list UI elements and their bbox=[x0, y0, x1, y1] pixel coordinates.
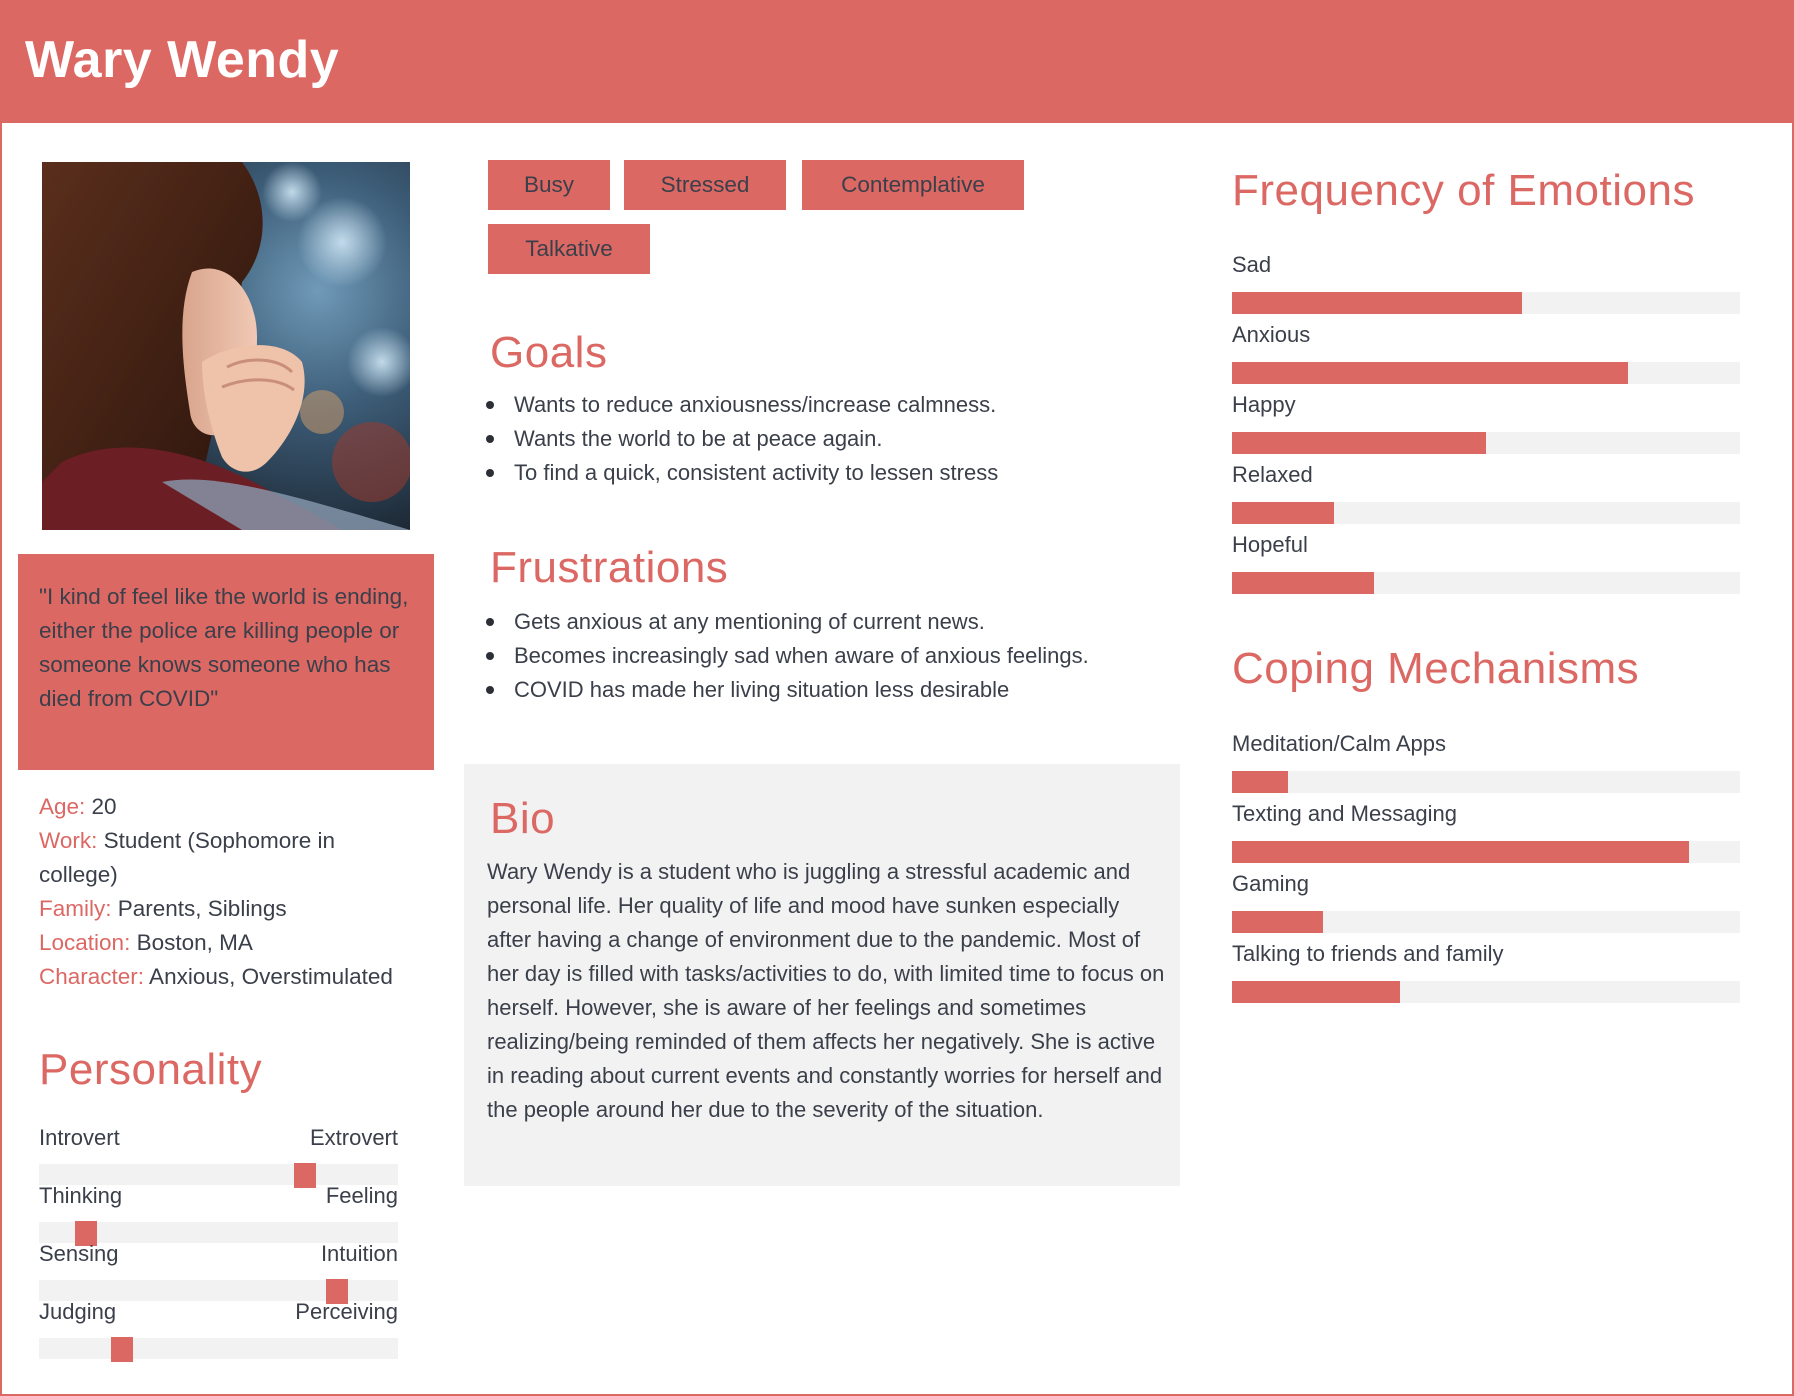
bar-track bbox=[1232, 502, 1740, 524]
goals-title: Goals bbox=[490, 328, 608, 377]
bar-label: Talking to friends and family bbox=[1232, 941, 1504, 966]
trait-track bbox=[39, 1163, 398, 1188]
personality-title: Personality bbox=[39, 1045, 263, 1094]
bar-track bbox=[1232, 362, 1740, 384]
bar-fill bbox=[1232, 572, 1375, 594]
bar-label: Relaxed bbox=[1232, 462, 1313, 487]
trait-left-label: Introvert bbox=[39, 1125, 120, 1150]
trait-left-label: Judging bbox=[39, 1299, 117, 1324]
trait-track bbox=[39, 1221, 398, 1246]
persona-name: Wary Wendy bbox=[25, 31, 340, 89]
frustrations-list: Gets anxious at any mentioning of curren… bbox=[486, 605, 1126, 707]
coping-title: Coping Mechanisms bbox=[1232, 644, 1640, 693]
bio-title: Bio bbox=[490, 794, 556, 843]
emotion-bar-sad: Sad bbox=[1232, 252, 1740, 314]
trait-right-label: Intuition bbox=[320, 1241, 398, 1266]
bar-fill bbox=[1232, 292, 1522, 314]
coping-bar-meditation: Meditation/Calm Apps bbox=[1232, 731, 1740, 793]
bar-track bbox=[1232, 432, 1740, 454]
personality-trait-thinking-feeling: Thinking Feeling bbox=[39, 1183, 398, 1246]
bar-label: Sad bbox=[1232, 252, 1272, 277]
bar-fill bbox=[1232, 981, 1400, 1003]
bar-fill bbox=[1232, 432, 1486, 454]
bar-fill bbox=[1232, 502, 1334, 524]
goal-item: To find a quick, consistent activity to … bbox=[486, 456, 1126, 490]
fact-label: Location: bbox=[39, 930, 131, 955]
emotion-bar-relaxed: Relaxed bbox=[1232, 462, 1740, 524]
tag-contemplative: Contemplative bbox=[802, 160, 1024, 210]
fact-location: Location: Boston, MA bbox=[39, 926, 419, 960]
emotions-title: Frequency of Emotions bbox=[1232, 166, 1695, 215]
bio-text: Wary Wendy is a student who is juggling … bbox=[487, 859, 1165, 1122]
bar-label: Texting and Messaging bbox=[1232, 801, 1458, 826]
personality-trait-sensing-intuition: Sensing Intuition bbox=[39, 1241, 398, 1304]
personality-trait-introvert-extrovert: Introvert Extrovert bbox=[39, 1125, 398, 1188]
frustration-item: Gets anxious at any mentioning of curren… bbox=[486, 605, 1126, 639]
bar-track bbox=[1232, 911, 1740, 933]
fact-label: Work: bbox=[39, 828, 98, 853]
bar-track bbox=[1232, 771, 1740, 793]
emotion-bar-happy: Happy bbox=[1232, 392, 1740, 454]
persona-facts: Age: 20 Work: Student (Sophomore in coll… bbox=[39, 790, 419, 994]
frustration-item: COVID has made her living situation less… bbox=[486, 673, 1126, 707]
bar-track bbox=[1232, 981, 1740, 1003]
fact-work: Work: Student (Sophomore in college) bbox=[39, 824, 419, 892]
coping-bar-talking: Talking to friends and family bbox=[1232, 941, 1740, 1003]
fact-value: Boston, MA bbox=[130, 930, 253, 955]
fact-label: Family: bbox=[39, 896, 112, 921]
goals-list: Wants to reduce anxiousness/increase cal… bbox=[486, 388, 1126, 490]
trait-right-label: Feeling bbox=[325, 1183, 398, 1208]
bar-fill bbox=[1232, 911, 1324, 933]
coping-bar-gaming: Gaming bbox=[1232, 871, 1740, 933]
trait-track bbox=[39, 1337, 398, 1362]
bio-panel: Bio Wary Wendy is a student who is juggl… bbox=[464, 764, 1180, 1186]
tag-busy: Busy bbox=[488, 160, 610, 210]
goal-item: Wants the world to be at peace again. bbox=[486, 422, 1126, 456]
fact-value: Parents, Siblings bbox=[111, 896, 287, 921]
fact-label: Character: bbox=[39, 964, 145, 989]
goal-item: Wants to reduce anxiousness/increase cal… bbox=[486, 388, 1126, 422]
bar-label: Meditation/Calm Apps bbox=[1232, 731, 1446, 756]
persona-quote: "I kind of feel like the world is ending… bbox=[39, 584, 409, 711]
persona-quote-box: "I kind of feel like the world is ending… bbox=[18, 554, 434, 770]
bar-track bbox=[1232, 572, 1740, 594]
bar-fill bbox=[1232, 771, 1288, 793]
persona-photo-image bbox=[42, 162, 410, 530]
trait-marker bbox=[110, 1337, 133, 1362]
personality-trait-judging-perceiving: Judging Perceiving bbox=[39, 1299, 398, 1362]
trait-left-label: Sensing bbox=[39, 1241, 119, 1266]
header-bar: Wary Wendy bbox=[0, 0, 1794, 123]
bar-track bbox=[1232, 292, 1740, 314]
bar-fill bbox=[1232, 841, 1690, 863]
fact-label: Age: bbox=[39, 794, 86, 819]
trait-track bbox=[39, 1279, 398, 1304]
trait-right-label: Extrovert bbox=[309, 1125, 398, 1150]
fact-family: Family: Parents, Siblings bbox=[39, 892, 419, 926]
trait-left-label: Thinking bbox=[39, 1183, 123, 1208]
bar-label: Anxious bbox=[1232, 322, 1311, 347]
emotion-bar-hopeful: Hopeful bbox=[1232, 532, 1740, 594]
bar-track bbox=[1232, 841, 1740, 863]
coping-bar-texting: Texting and Messaging bbox=[1232, 801, 1740, 863]
fact-age: Age: 20 bbox=[39, 790, 419, 824]
bar-fill bbox=[1232, 362, 1629, 384]
tag-stressed: Stressed bbox=[624, 160, 786, 210]
persona-photo bbox=[42, 162, 410, 530]
fact-value: 20 bbox=[85, 794, 117, 819]
emotion-bar-anxious: Anxious bbox=[1232, 322, 1740, 384]
bar-label: Gaming bbox=[1232, 871, 1310, 896]
frustrations-title: Frustrations bbox=[490, 543, 729, 592]
bar-label: Happy bbox=[1232, 392, 1296, 417]
trait-right-label: Perceiving bbox=[295, 1299, 398, 1324]
fact-character: Character: Anxious, Overstimulated bbox=[39, 960, 419, 994]
fact-value: Anxious, Overstimulated bbox=[144, 964, 393, 989]
frustration-item: Becomes increasingly sad when aware of a… bbox=[486, 639, 1126, 673]
bar-label: Hopeful bbox=[1232, 532, 1308, 557]
tag-talkative: Talkative bbox=[488, 224, 650, 274]
